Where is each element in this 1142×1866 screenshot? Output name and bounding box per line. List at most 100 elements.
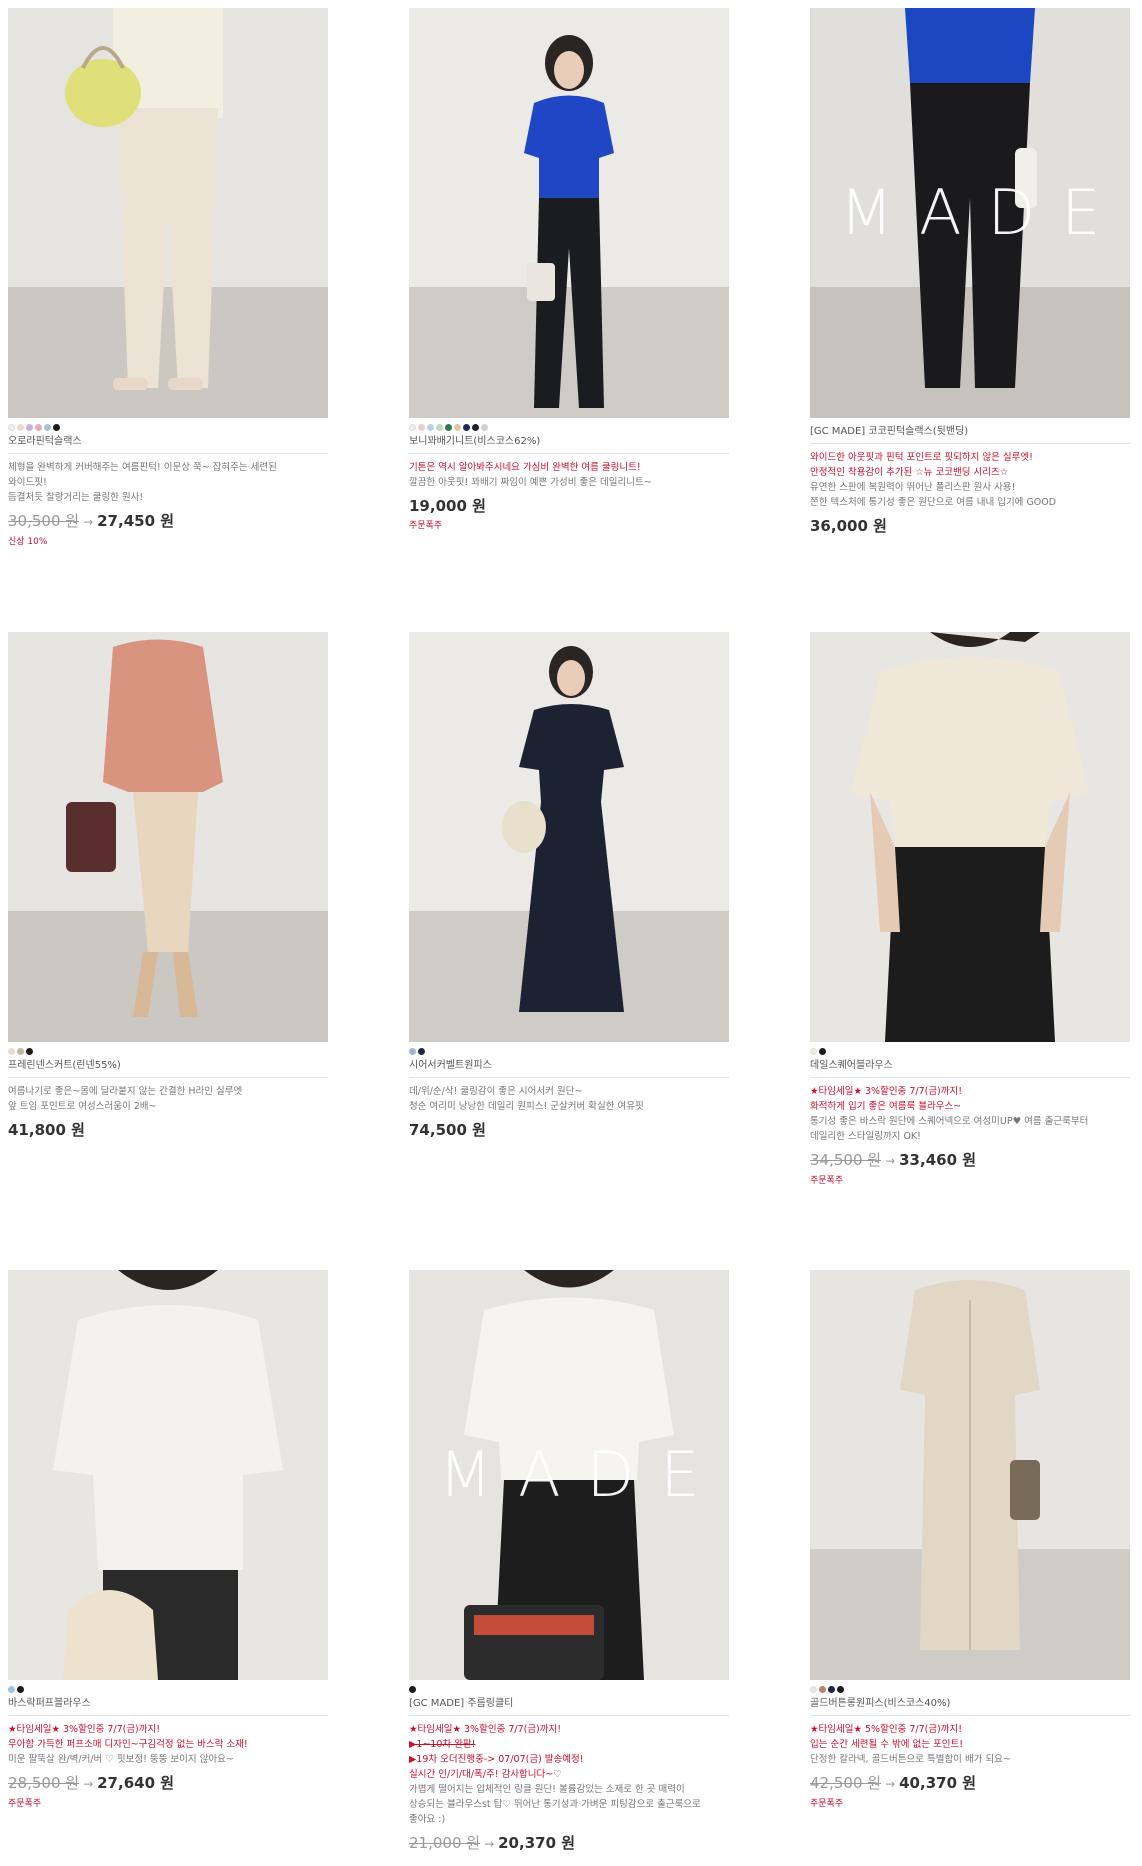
product-photo-illustration: [53, 1270, 283, 1680]
color-swatch[interactable]: [53, 424, 60, 431]
product-photo-illustration: [524, 35, 614, 408]
product-photo-illustration: [66, 639, 223, 1017]
product-image[interactable]: [8, 1270, 328, 1680]
color-swatch[interactable]: [409, 1686, 416, 1693]
product-photo-illustration: [502, 646, 624, 1012]
color-swatch[interactable]: [17, 1048, 24, 1055]
price-row: 21,000 원 → 20,370 원: [409, 1833, 729, 1854]
product-card[interactable]: 데일스퀘어블라우스 ★타임세일★ 3%할인중 7/7(금)까지! 화적하게 입기…: [810, 632, 1130, 1187]
color-swatch[interactable]: [472, 424, 479, 431]
sale-price: 19,000 원: [409, 497, 486, 515]
price-row: 34,500 원 → 33,460 원: [810, 1150, 1130, 1171]
product-description-line: 데일리한 스타일링까지 OK!: [810, 1131, 921, 1142]
arrow-icon: →: [83, 1777, 94, 1791]
color-swatch[interactable]: [26, 424, 33, 431]
product-description-line: 체형을 완벽하게 커버해주는 여름핀턱! 이문상 쭉~ 잡혀주는 세련된: [8, 462, 277, 473]
color-swatches: [409, 1048, 729, 1056]
color-swatch[interactable]: [409, 424, 416, 431]
product-card[interactable]: 오로라핀턱슬랙스 체형을 완벽하게 커버해주는 여름핀턱! 이문상 쭉~ 잡혀주…: [8, 8, 328, 548]
color-swatch[interactable]: [810, 1048, 817, 1055]
color-swatch[interactable]: [8, 424, 15, 431]
product-name[interactable]: 데일스퀘어블라우스: [810, 1059, 1130, 1073]
product-description-line: ★타임세일★ 3%할인중 7/7(금)까지!: [8, 1724, 161, 1735]
product-card[interactable]: 바스락퍼프블라우스 ★타임세일★ 3%할인중 7/7(금)까지! 우아함 가득한…: [8, 1270, 328, 1810]
product-image[interactable]: [810, 632, 1130, 1042]
arrow-icon: →: [885, 1777, 896, 1791]
color-swatches: [8, 424, 328, 432]
sale-price: 33,460 원: [899, 1151, 977, 1169]
product-description-line: 화적하게 입기 좋은 여름룩 블라우스~: [810, 1101, 962, 1112]
sale-price: 27,450 원: [97, 512, 175, 530]
color-swatch[interactable]: [418, 424, 425, 431]
product-description-line: ★타임세일★ 3%할인중 7/7(금)까지!: [810, 1086, 963, 1097]
product-card[interactable]: 보니꽈배기니트(비스코스62%) 기톤은 역시 알아봐주시네요 가심비 완벽한 …: [409, 8, 729, 532]
color-swatches: [8, 1686, 328, 1694]
product-card[interactable]: 시어서커벨트원피스 데/위/순/삭! 쿨링감이 좋은 시어서커 원단~ 청순 여…: [409, 632, 729, 1140]
product-description-line: 여름나기로 좋은~몸에 달라붙지 않는 간결한 H라인 실루엣: [8, 1086, 243, 1097]
color-swatch[interactable]: [436, 424, 443, 431]
color-swatch[interactable]: [819, 1686, 826, 1693]
product-image[interactable]: MADE: [810, 8, 1130, 418]
price-row: 28,500 원 → 27,640 원: [8, 1773, 328, 1794]
product-description-line: 듬결처듯 찰랑거리는 쿨링한 원사!: [8, 492, 144, 503]
color-swatch[interactable]: [17, 1686, 24, 1693]
color-swatch[interactable]: [445, 424, 452, 431]
color-swatch[interactable]: [26, 1048, 33, 1055]
product-name[interactable]: [GC MADE] 주름링클티: [409, 1697, 729, 1711]
color-swatches: [810, 1048, 1130, 1056]
product-name[interactable]: 보니꽈배기니트(비스코스62%): [409, 435, 729, 449]
color-swatch[interactable]: [418, 1048, 425, 1055]
color-swatch[interactable]: [819, 1048, 826, 1055]
color-swatch[interactable]: [427, 424, 434, 431]
product-image[interactable]: [810, 1270, 1130, 1680]
product-description-line: 미운 팔뚝살 완/벽/커/버 ♡ 핏보정! 뚱뚱 보이지 않아요~: [8, 1754, 234, 1765]
product-image[interactable]: MADE: [409, 1270, 729, 1680]
color-swatch[interactable]: [810, 1686, 817, 1693]
color-swatch[interactable]: [463, 424, 470, 431]
sale-price: 20,370 원: [498, 1834, 576, 1852]
product-name[interactable]: [GC MADE] 코코핀턱슬랙스(뒷밴딩): [810, 425, 1130, 439]
divider: [810, 1077, 1130, 1078]
color-swatch[interactable]: [454, 424, 461, 431]
price-row: 30,500 원 → 27,450 원: [8, 511, 328, 532]
divider: [409, 453, 729, 454]
sale-price: 74,500 원: [409, 1121, 486, 1139]
color-swatches: [8, 1048, 328, 1056]
product-description-line: 데/위/순/삭! 쿨링감이 좋은 시어서커 원단~: [409, 1086, 583, 1097]
divider: [8, 453, 328, 454]
product-description-line: 단정한 칼라넥, 골드버튼으로 특별함이 배가 되요~: [810, 1754, 1011, 1765]
color-swatch[interactable]: [828, 1686, 835, 1693]
product-name[interactable]: 오로라핀턱슬랙스: [8, 435, 328, 449]
product-description-line: 유연한 스판에 복원력이 뛰어난 폴리스판 원사 사용!: [810, 482, 1016, 493]
product-card[interactable]: 골드버튼롱원피스(비스코스40%) ★타임세일★ 5%할인중 7/7(금)까지!…: [810, 1270, 1130, 1810]
color-swatch[interactable]: [481, 424, 488, 431]
divider: [8, 1077, 328, 1078]
product-description-line: 가볍게 떨어지는 입체적인 링클 원단! 볼륨감있는 소재로 한 곳 매력이: [409, 1784, 685, 1795]
color-swatch[interactable]: [837, 1686, 844, 1693]
arrow-icon: →: [885, 1154, 896, 1168]
product-image[interactable]: [409, 8, 729, 418]
price-row: 74,500 원: [409, 1120, 729, 1140]
color-swatch[interactable]: [8, 1048, 15, 1055]
product-name[interactable]: 시어서커벨트원피스: [409, 1059, 729, 1073]
product-name[interactable]: 바스락퍼프블라우스: [8, 1697, 328, 1711]
promo-tag: 주문폭주: [810, 1799, 844, 1809]
color-swatch[interactable]: [17, 424, 24, 431]
product-image[interactable]: [409, 632, 729, 1042]
product-description-line: 앞 트임 포인트로 여성스러움이 2배~: [8, 1101, 157, 1112]
color-swatch[interactable]: [409, 1048, 416, 1055]
divider: [409, 1715, 729, 1716]
product-image[interactable]: [8, 632, 328, 1042]
color-swatch[interactable]: [35, 424, 42, 431]
product-card[interactable]: MADE [GC MADE] 코코핀턱슬랙스(뒷밴딩) 와이드한 아웃핏과 핀턱…: [810, 8, 1130, 536]
color-swatch[interactable]: [44, 424, 51, 431]
color-swatch[interactable]: [8, 1686, 15, 1693]
product-card[interactable]: MADE [GC MADE] 주름링클티 ★타임세일★ 3%할인중 7/7(금)…: [409, 1270, 729, 1854]
product-name[interactable]: 프레린넨스커트(린넨55%): [8, 1059, 328, 1073]
product-card[interactable]: 프레린넨스커트(린넨55%) 여름나기로 좋은~몸에 달라붙지 않는 간결한 H…: [8, 632, 328, 1140]
promo-tag: 주문폭주: [409, 521, 443, 531]
product-name[interactable]: 골드버튼롱원피스(비스코스40%): [810, 1697, 1130, 1711]
product-description-line: 통기성 좋은 바스락 원단에 스퀘어넥으로 여성미UP♥ 여름 출근룩부터: [810, 1116, 1089, 1127]
product-image[interactable]: [8, 8, 328, 418]
divider: [409, 1077, 729, 1078]
